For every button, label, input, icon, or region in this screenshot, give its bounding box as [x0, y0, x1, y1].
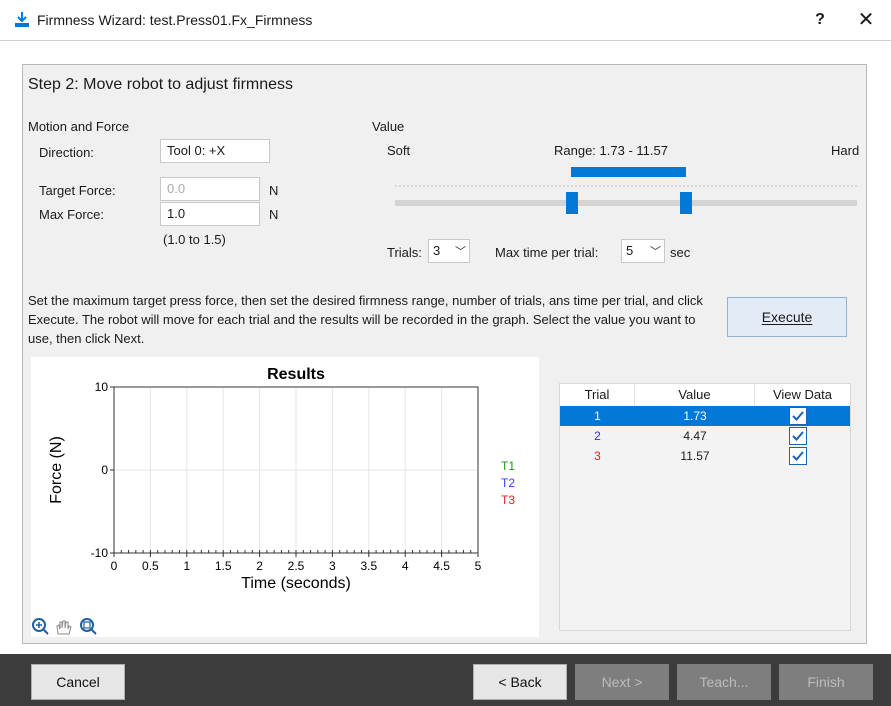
max-time-select-value: 5 — [626, 243, 634, 258]
column-header-value[interactable]: Value — [635, 384, 755, 406]
trial-cell: 3 — [594, 449, 601, 463]
back-button[interactable]: < Back — [473, 664, 567, 700]
wizard-content: Step 2: Move robot to adjust firmness Mo… — [22, 64, 867, 644]
max-force-label: Max Force: — [39, 207, 105, 222]
trials-label: Trials: — [387, 245, 422, 260]
trials-select[interactable]: 3 ﹀ — [428, 239, 470, 263]
max-force-range: (1.0 to 1.5) — [163, 232, 226, 247]
results-chart-panel: Results 0 0.5 1 1.5 2 2.5 3 3.5 4 4.5 5 10 0 -10 Time (… — [31, 357, 539, 637]
x-axis-label: Time (seconds) — [241, 575, 351, 592]
trial-cell: 1 — [594, 409, 601, 423]
next-button: Next > — [575, 664, 669, 700]
target-force-field: 0.0 — [160, 177, 260, 201]
max-time-select[interactable]: 5 ﹀ — [621, 239, 665, 263]
selected-range-bar — [571, 167, 686, 177]
wizard-app-icon — [15, 12, 29, 27]
x-tick-label: 5 — [475, 559, 482, 573]
legend-entry: T3 — [501, 493, 515, 507]
view-data-checkbox[interactable] — [789, 427, 807, 445]
hard-label: Hard — [831, 143, 860, 158]
slider-tick-marks — [395, 185, 857, 187]
x-tick-label: 0.5 — [142, 559, 159, 573]
cancel-button[interactable]: Cancel — [31, 664, 125, 700]
y-tick-label: 10 — [95, 380, 109, 394]
trials-table-header: Trial Value View Data — [560, 384, 850, 407]
x-tick-label: 3 — [329, 559, 336, 573]
slider-min-thumb[interactable] — [566, 192, 578, 214]
soft-label: Soft — [387, 143, 411, 158]
window-title: Firmness Wizard: test.Press01.Fx_Firmnes… — [37, 12, 313, 28]
finish-button: Finish — [779, 664, 873, 700]
table-row[interactable]: 1 1.73 — [560, 406, 850, 426]
motion-section-label: Motion and Force — [28, 119, 130, 134]
chart-title: Results — [267, 366, 325, 383]
checkmark-icon — [792, 411, 804, 421]
zoom-in-icon[interactable] — [32, 618, 49, 635]
y-tick-label: -10 — [91, 546, 109, 560]
x-tick-label: 3.5 — [360, 559, 377, 573]
x-tick-label: 2.5 — [288, 559, 305, 573]
teach-button: Teach... — [677, 664, 771, 700]
column-header-view-data[interactable]: View Data — [755, 384, 850, 406]
max-time-unit: sec — [670, 245, 691, 260]
checkmark-icon — [792, 431, 804, 441]
legend-entry: T2 — [501, 476, 515, 490]
x-tick-label: 2 — [256, 559, 263, 573]
chevron-down-icon: ﹀ — [650, 246, 661, 258]
target-force-unit: N — [269, 183, 279, 198]
x-tick-label: 1 — [183, 559, 190, 573]
execute-button[interactable]: Execute — [727, 297, 847, 337]
direction-label: Direction: — [39, 145, 94, 160]
max-time-label: Max time per trial: — [495, 245, 599, 260]
results-chart: Results0 0.5 1 1.5 2 2.5 3 3.5 4 4.5 5100-10Time (… — [48, 366, 515, 592]
x-tick-label: 0 — [111, 559, 118, 573]
checkmark-icon — [792, 451, 804, 461]
table-row[interactable]: 2 4.47 — [560, 426, 850, 446]
slider-max-thumb[interactable] — [680, 192, 692, 214]
wizard-footer: Cancel < Back Next > Teach... Finish — [0, 654, 891, 706]
instructions-text: Set the maximum target press force, then… — [28, 293, 703, 346]
trial-cell: 2 — [594, 429, 601, 443]
x-tick-label: 1.5 — [215, 559, 232, 573]
pan-hand-icon[interactable] — [56, 620, 72, 635]
max-force-field[interactable]: 1.0 — [160, 202, 260, 226]
view-data-checkbox[interactable] — [789, 447, 807, 465]
view-data-checkbox[interactable] — [789, 407, 807, 425]
execute-button-label: Execute — [761, 309, 813, 325]
value-section-label: Value — [372, 119, 405, 134]
y-axis-label: Force (N) — [48, 436, 65, 504]
value-cell: 11.57 — [680, 449, 710, 463]
direction-field[interactable]: Tool 0: +X — [160, 139, 270, 163]
trials-select-value: 3 — [433, 243, 441, 258]
column-header-trial[interactable]: Trial — [560, 384, 635, 406]
target-force-label: Target Force: — [39, 183, 116, 198]
y-tick-label: 0 — [101, 463, 108, 477]
max-force-unit: N — [269, 207, 279, 222]
x-tick-label: 4 — [402, 559, 409, 573]
range-text: Range: 1.73 - 11.57 — [554, 143, 668, 158]
chart-toolbar — [31, 617, 111, 640]
step-title: Step 2: Move robot to adjust firmness — [28, 76, 294, 93]
help-button[interactable]: ? — [806, 6, 834, 34]
close-button[interactable]: ✕ — [850, 6, 882, 34]
chevron-down-icon: ﹀ — [455, 246, 466, 258]
value-cell: 1.73 — [683, 409, 707, 423]
firmness-slider-track[interactable] — [395, 200, 857, 206]
title-bar: Firmness Wizard: test.Press01.Fx_Firmnes… — [0, 0, 891, 41]
x-tick-label: 4.5 — [433, 559, 450, 573]
legend-entry: T1 — [501, 459, 515, 473]
trials-table: Trial Value View Data 1 1.73 2 4.47 3 11.57 — [559, 383, 851, 631]
value-cell: 4.47 — [683, 429, 707, 443]
zoom-reset-icon[interactable] — [80, 618, 97, 635]
table-row[interactable]: 3 11.57 — [560, 446, 850, 466]
